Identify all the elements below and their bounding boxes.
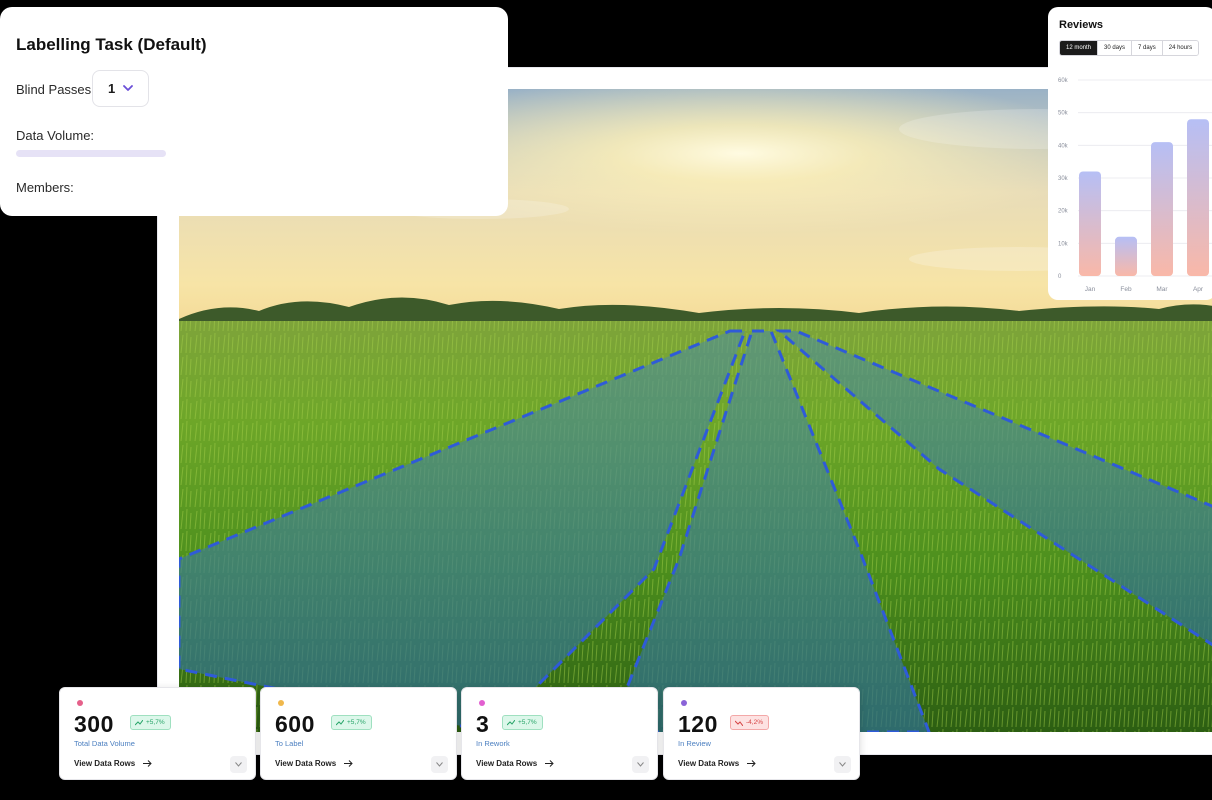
chevron-down-icon <box>235 762 242 767</box>
range-tab-7-days[interactable]: 7 days <box>1132 41 1163 55</box>
arrow-right-icon <box>143 760 152 767</box>
bar-feb[interactable] <box>1115 236 1137 276</box>
data-volume-bar <box>16 150 166 157</box>
reviews-chart: 0 10k 20k 30k 40k 50k 60k Jan Feb Mar Apr <box>1058 78 1212 293</box>
view-data-rows-label: View Data Rows <box>476 759 538 768</box>
change-badge: -4,2% <box>730 715 769 730</box>
stat-card-in-review: 120 -4,2% In Review View Data Rows <box>663 687 860 780</box>
view-data-rows-link[interactable]: View Data Rows <box>678 759 756 768</box>
data-volume-label: Data Volume: <box>16 128 95 143</box>
y-tick-label: 30k <box>1058 176 1069 182</box>
view-data-rows-link[interactable]: View Data Rows <box>476 759 554 768</box>
status-dot <box>681 700 687 706</box>
reviews-panel: Reviews 12 month 30 days 7 days 24 hours… <box>1048 7 1212 300</box>
y-tick-label: 40k <box>1058 143 1069 149</box>
change-badge: +5,7% <box>502 715 543 730</box>
expand-button[interactable] <box>230 756 247 773</box>
expand-button[interactable] <box>632 756 649 773</box>
stat-label: To Label <box>275 739 304 748</box>
stat-value: 300 <box>74 711 114 737</box>
stat-value: 120 <box>678 711 718 737</box>
view-data-rows-label: View Data Rows <box>275 759 337 768</box>
arrow-right-icon <box>545 760 554 767</box>
change-badge: +5,7% <box>130 715 171 730</box>
stat-card-to-label: 600 +5,7% To Label View Data Rows <box>260 687 457 780</box>
x-tick-label: Jan <box>1085 286 1096 293</box>
range-tab-24-hours[interactable]: 24 hours <box>1162 41 1199 55</box>
stat-value: 3 <box>476 711 490 737</box>
members-label: Members: <box>16 180 74 195</box>
change-value: +5,7% <box>518 719 537 726</box>
y-tick-label: 60k <box>1058 78 1069 84</box>
bar-mar[interactable] <box>1151 142 1173 276</box>
view-data-rows-link[interactable]: View Data Rows <box>74 759 152 768</box>
status-dot <box>77 700 83 706</box>
chevron-down-icon <box>436 762 443 767</box>
trend-icon <box>336 719 344 725</box>
change-value: +5,7% <box>347 719 366 726</box>
status-dot <box>479 700 485 706</box>
range-tab-12-month[interactable]: 12 month <box>1060 41 1099 55</box>
view-data-rows-label: View Data Rows <box>74 759 136 768</box>
stat-label: Total Data Volume <box>74 739 135 748</box>
bar-jan[interactable] <box>1079 171 1101 276</box>
y-tick-label: 10k <box>1058 241 1069 247</box>
y-tick-label: 50k <box>1058 111 1069 117</box>
range-tab-30-days[interactable]: 30 days <box>1098 41 1133 55</box>
trend-icon <box>135 719 143 725</box>
range-tabs: 12 month 30 days 7 days 24 hours <box>1059 40 1200 56</box>
stat-label: In Rework <box>476 739 510 748</box>
chevron-down-icon <box>123 85 133 91</box>
reviews-title: Reviews <box>1059 19 1104 31</box>
status-dot <box>278 700 284 706</box>
expand-button[interactable] <box>834 756 851 773</box>
view-data-rows-label: View Data Rows <box>678 759 740 768</box>
change-value: -4,2% <box>746 719 763 726</box>
stat-value: 600 <box>275 711 315 737</box>
y-tick-label: 20k <box>1058 209 1069 215</box>
stat-label: In Review <box>678 739 711 748</box>
labelling-task-panel: Labelling Task (Default) Blind Passes 1 … <box>0 7 508 216</box>
blind-passes-label: Blind Passes <box>16 82 92 97</box>
task-title: Labelling Task (Default) <box>16 35 207 54</box>
x-tick-label: Apr <box>1193 286 1204 293</box>
change-badge: +5,7% <box>331 715 372 730</box>
arrow-right-icon <box>344 760 353 767</box>
stat-card-total: 300 +5,7% Total Data Volume View Data Ro… <box>59 687 256 780</box>
expand-button[interactable] <box>431 756 448 773</box>
trend-icon <box>735 720 743 726</box>
trend-icon <box>507 719 515 725</box>
view-data-rows-link[interactable]: View Data Rows <box>275 759 353 768</box>
blind-passes-value: 1 <box>108 81 116 96</box>
chevron-down-icon <box>839 762 846 767</box>
blind-passes-select[interactable]: 1 <box>92 70 149 107</box>
arrow-right-icon <box>747 760 756 767</box>
change-value: +5,7% <box>146 719 165 726</box>
chevron-down-icon <box>637 762 644 767</box>
y-tick-label: 0 <box>1058 274 1062 280</box>
x-tick-label: Mar <box>1156 286 1168 293</box>
bar-apr[interactable] <box>1187 119 1209 276</box>
stat-card-in-rework: 3 +5,7% In Rework View Data Rows <box>461 687 658 780</box>
x-tick-label: Feb <box>1120 286 1132 293</box>
